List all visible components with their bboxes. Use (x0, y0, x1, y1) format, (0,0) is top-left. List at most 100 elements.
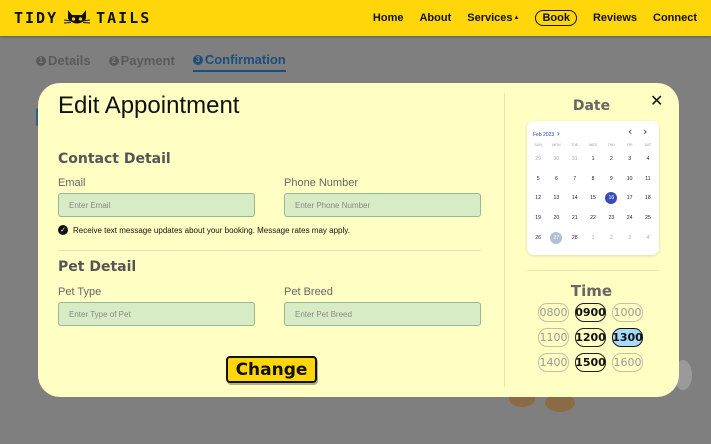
weekday-label: TUE (571, 143, 579, 147)
calendar-day: 1 (591, 234, 595, 241)
calendar-day: 2 (609, 234, 613, 241)
cat-logo-icon (64, 10, 91, 24)
calendar-day[interactable]: 1 (584, 149, 602, 169)
time-slot-1600: 1600 (612, 353, 643, 372)
nav-services-label: Services (467, 12, 513, 24)
weekday-label: SAT (644, 143, 652, 147)
step-label: Confirmation (204, 52, 286, 67)
step-payment[interactable]: 2 Payment (108, 52, 175, 72)
calendar-day[interactable]: 12 (529, 188, 547, 208)
step-details[interactable]: 1 Details (36, 52, 91, 72)
time-slot-1100: 1100 (538, 328, 569, 347)
caret-up-icon: ▲ (513, 15, 520, 21)
calendar-day[interactable]: 2 (602, 149, 620, 169)
nav-connect-link[interactable]: Connect (653, 12, 697, 24)
time-slot-1300[interactable]: 1300 (612, 328, 643, 347)
calendar-day[interactable]: 18 (639, 188, 657, 208)
booking-steps: 1 Details 2 Payment 3 Confirmation (36, 52, 286, 72)
calendar-day[interactable]: 23 (602, 208, 620, 228)
calendar-day[interactable]: 19 (529, 208, 547, 228)
calendar-month-selector[interactable]: Feb 2023 › (533, 129, 560, 138)
next-month-icon[interactable]: › (643, 125, 647, 138)
nav-reviews-link[interactable]: Reviews (593, 12, 637, 24)
phone-label: Phone Number (284, 177, 358, 189)
calendar-day[interactable]: 16 (602, 188, 620, 208)
chevron-right-icon: › (557, 129, 560, 138)
column-divider (504, 93, 505, 387)
weekday-label: SUN (534, 143, 542, 147)
calendar-day[interactable]: 13 (547, 188, 565, 208)
calendar-day[interactable]: 4 (639, 149, 657, 169)
weekday-label: WED (588, 143, 598, 147)
brand-name-right: TAILS (96, 9, 152, 27)
calendar-day[interactable]: 20 (547, 208, 565, 228)
calendar-day: 3 (628, 234, 632, 241)
calendar-day[interactable]: 11 (639, 169, 657, 189)
brand-logo[interactable]: TIDY TAILS (14, 7, 151, 29)
calendar-day[interactable]: 3 (620, 149, 638, 169)
pet-type-label: Pet Type (58, 286, 102, 298)
phone-field[interactable] (284, 193, 481, 217)
calendar-day[interactable]: 25 (639, 208, 657, 228)
date-heading: Date (572, 98, 611, 114)
step-label: Details (48, 53, 91, 68)
calendar-day: 30 (553, 155, 560, 162)
calendar-day[interactable]: 17 (620, 188, 638, 208)
calendar-day[interactable]: 7 (566, 169, 584, 189)
pet-breed-field[interactable] (284, 302, 481, 326)
step-number: 1 (36, 55, 46, 66)
time-slot-1400: 1400 (538, 353, 569, 372)
close-icon[interactable]: ✕ (650, 93, 666, 109)
change-button[interactable]: Change (226, 356, 317, 383)
calendar-month-label: Feb 2023 (533, 132, 555, 138)
time-slot-0900[interactable]: 0900 (575, 303, 606, 322)
section-divider (58, 250, 481, 251)
calendar-day[interactable]: 22 (584, 208, 602, 228)
weekday-label: THU (607, 143, 615, 147)
calendar-day[interactable]: 5 (529, 169, 547, 189)
contact-section-heading: Contact Detail (58, 151, 171, 167)
calendar-day[interactable]: 15 (584, 188, 602, 208)
calendar-day[interactable]: 9 (602, 169, 620, 189)
calendar-day: 4 (646, 234, 650, 241)
sms-updates-checkbox[interactable]: ✓ Receive text message updates about you… (58, 225, 350, 235)
pet-type-field[interactable] (58, 302, 255, 326)
date-picker-calendar: Feb 2023 › ‹ › SUN MON TUE WED THU FRI SAT 29 30 3… (527, 121, 659, 255)
nav-home-link[interactable]: Home (373, 12, 404, 24)
step-confirmation[interactable]: 3 Confirmation (192, 52, 286, 72)
calendar-day: 29 (535, 155, 542, 162)
email-field[interactable] (58, 193, 255, 217)
time-slot-1000: 1000 (612, 303, 643, 322)
calendar-day[interactable]: 8 (584, 169, 602, 189)
step-number: 3 (192, 54, 203, 65)
calendar-day[interactable]: 26 (529, 228, 547, 248)
weekday-label: MON (552, 143, 561, 147)
calendar-day: 31 (571, 155, 578, 162)
calendar-day[interactable]: 28 (566, 228, 584, 248)
date-time-divider (527, 270, 659, 271)
checkmark-icon: ✓ (58, 225, 68, 235)
pet-breed-label: Pet Breed (284, 286, 333, 298)
calendar-grid: SUN MON TUE WED THU FRI SAT 29 30 31 1 2 3 4 5 6 7 8 9 10 11… (529, 141, 657, 247)
nav-book-link[interactable]: Book (535, 10, 577, 26)
edit-appointment-modal: Edit Appointment Contact Detail Email Ph… (38, 83, 679, 397)
calendar-day[interactable]: 24 (620, 208, 638, 228)
time-slot-0800: 0800 (538, 303, 569, 322)
calendar-day[interactable]: 14 (566, 188, 584, 208)
brand-name-left: TIDY (14, 9, 59, 27)
main-nav: Home About Services▲ Book Reviews Connec… (357, 0, 697, 36)
top-navbar: TIDY TAILS Home About Services▲ Book Rev… (0, 0, 711, 36)
nav-services-link[interactable]: Services▲ (467, 12, 519, 24)
calendar-day[interactable]: 10 (620, 169, 638, 189)
nav-about-link[interactable]: About (419, 12, 451, 24)
sms-updates-text: Receive text message updates about your … (73, 225, 350, 235)
calendar-day[interactable]: 21 (566, 208, 584, 228)
calendar-day[interactable]: 27 (547, 228, 565, 248)
pet-section-heading: Pet Detail (58, 259, 137, 275)
calendar-day[interactable]: 6 (547, 169, 565, 189)
time-slot-1200[interactable]: 1200 (575, 328, 606, 347)
step-number: 2 (108, 55, 119, 66)
previous-month-icon[interactable]: ‹ (628, 125, 632, 138)
time-slot-1500[interactable]: 1500 (575, 353, 606, 372)
time-slot-grid: 0800 0900 1000 1100 1200 1300 1400 1500 1600 (538, 303, 643, 372)
